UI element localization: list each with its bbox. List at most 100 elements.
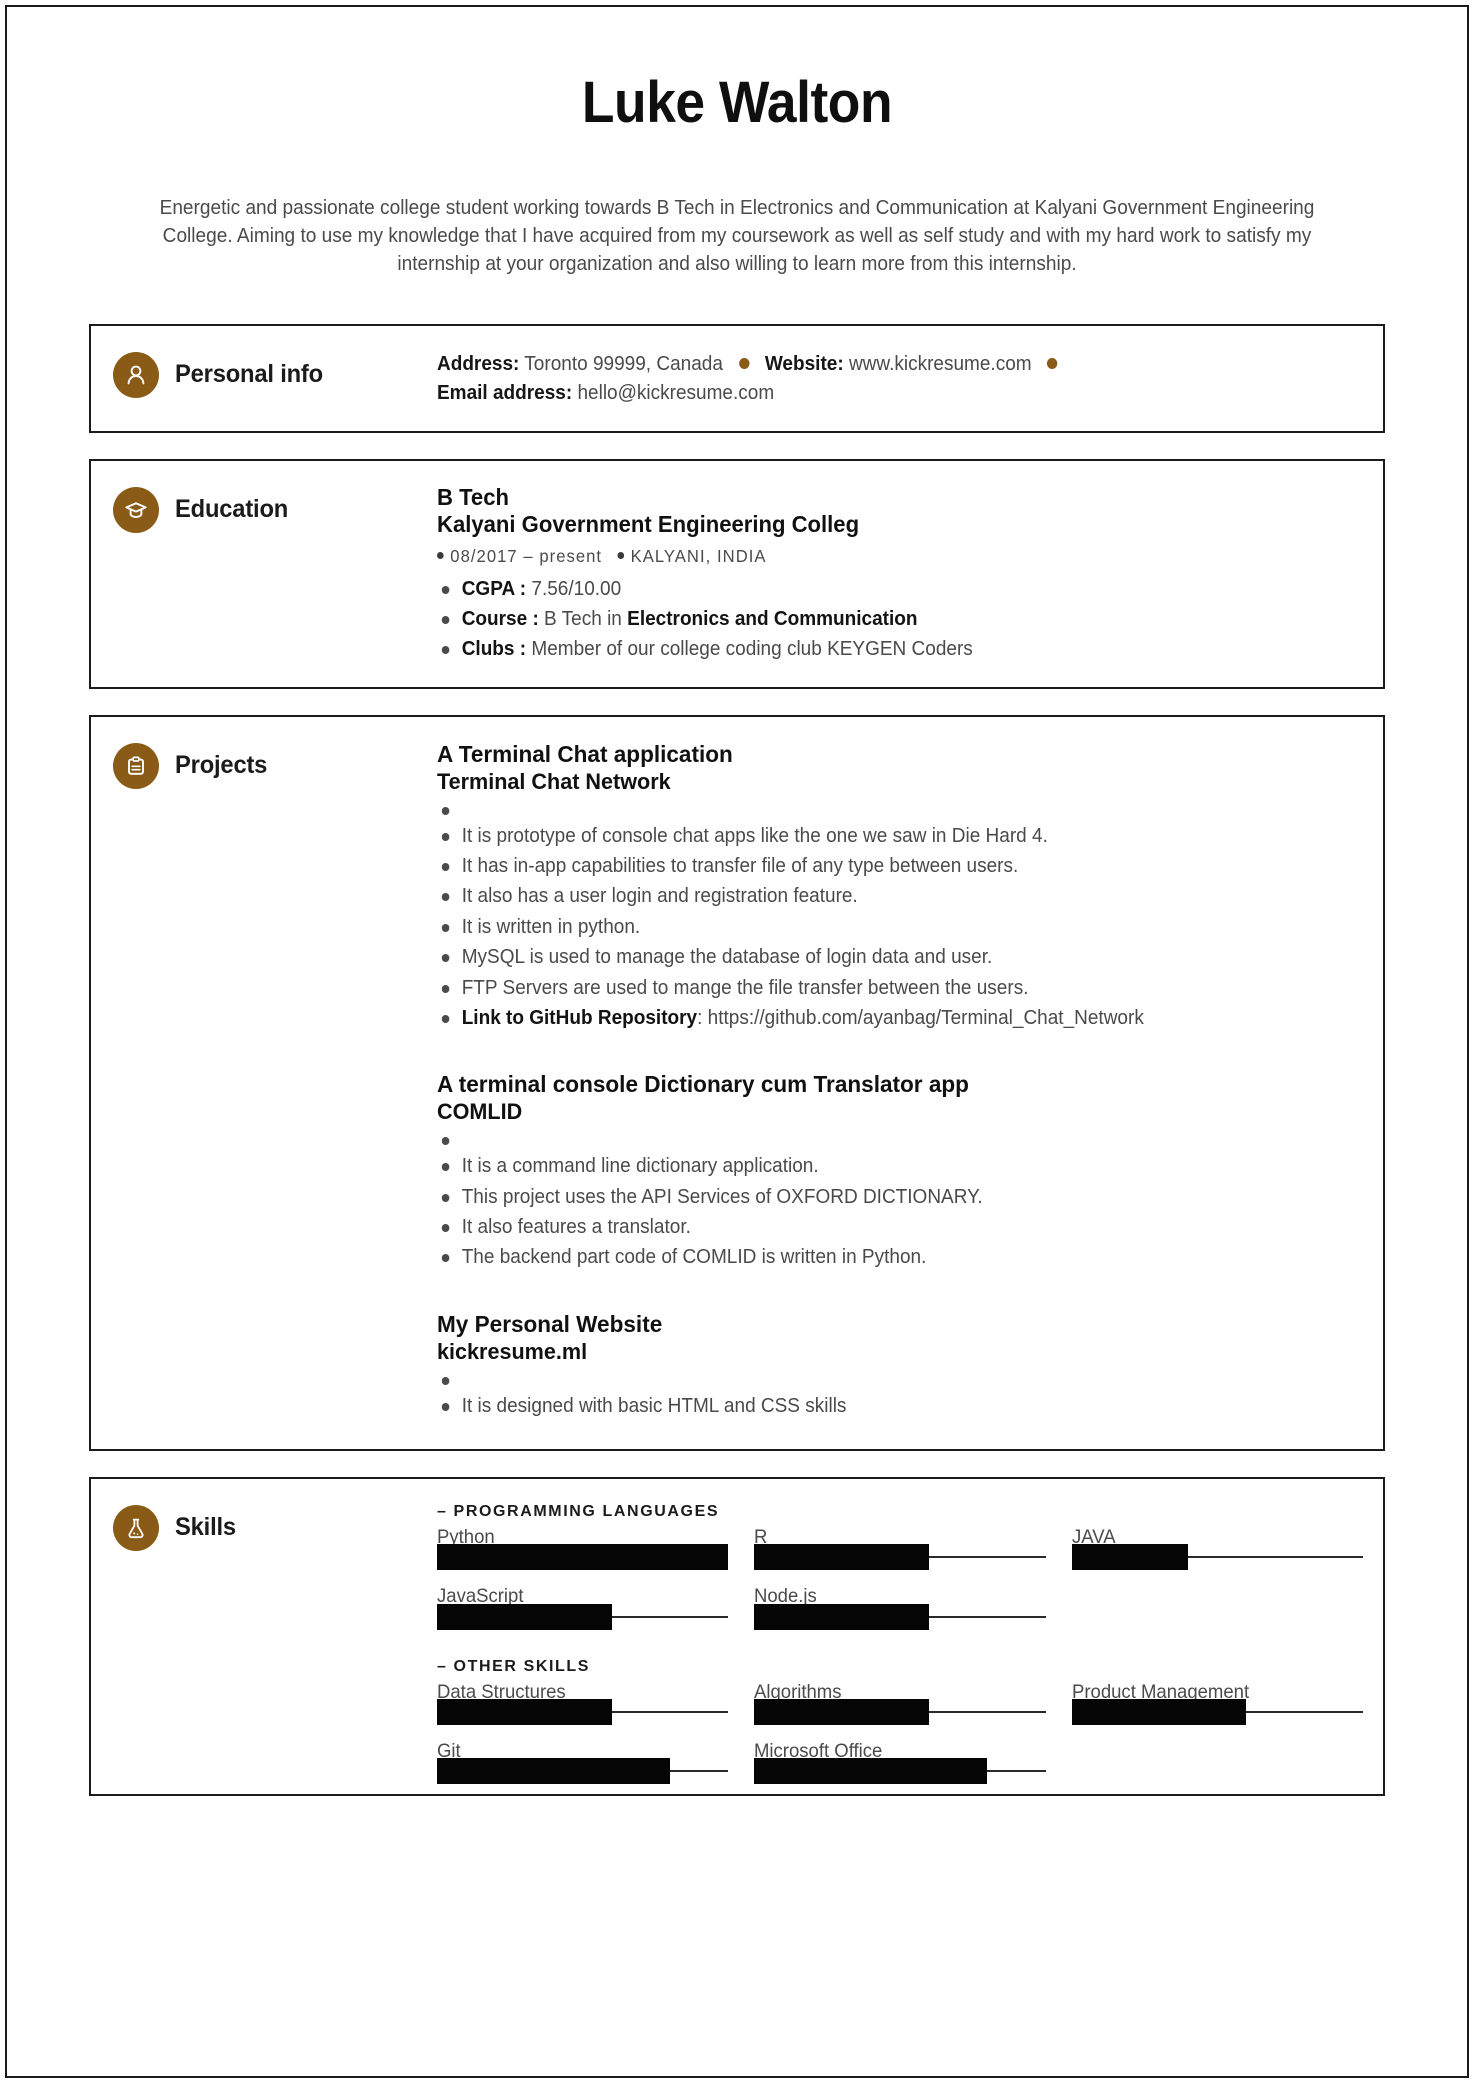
project-subtitle: COMLID [437, 1099, 523, 1125]
project-bullet-list: It is designed with basic HTML and CSS s… [437, 1369, 1363, 1421]
list-item [437, 1369, 1317, 1391]
section-title-skills: Skills [175, 1512, 236, 1541]
section-header-skills: Skills [113, 1501, 437, 1773]
project-bullet-list: It is a command line dictionary applicat… [437, 1129, 1363, 1273]
list-item: It also features a translator. [437, 1212, 1317, 1242]
project-item: A terminal console Dictionary cum Transl… [437, 1071, 1363, 1272]
website-label: Website: [764, 352, 844, 375]
page-title: Luke Walton [581, 70, 893, 135]
skill-bar-fill [437, 1544, 729, 1571]
skill-bar-fill [754, 1544, 930, 1571]
list-item: MySQL is used to manage the database of … [437, 942, 1317, 972]
education-detail-value: Member of our college coding club KEYGEN… [526, 638, 973, 661]
list-item: It is designed with basic HTML and CSS s… [437, 1391, 1317, 1421]
project-item: A Terminal Chat application Terminal Cha… [437, 741, 1363, 1034]
list-item: This project uses the API Services of OX… [437, 1182, 1317, 1212]
skill-grid: Python R JAVA JavaScript Node.js [437, 1525, 1363, 1630]
skill-item-javascript: JavaScript [437, 1584, 729, 1630]
section-title-personal-info: Personal info [175, 359, 323, 388]
skill-bar-track [437, 1699, 729, 1726]
list-item: CGPA : 7.56/10.00 [437, 574, 1317, 604]
skill-bar-fill [754, 1758, 988, 1785]
skill-group-title: – PROGRAMMING LANGUAGES [437, 1502, 720, 1520]
list-item: Course : B Tech in Electronics and Commu… [437, 604, 1317, 634]
skill-group-programming-languages: – PROGRAMMING LANGUAGES Python R JAVA Ja… [437, 1502, 1363, 1630]
personal-info-content: Address: Toronto 99999, Canada Website: … [437, 348, 1363, 409]
skill-bar-track [1071, 1544, 1363, 1571]
skill-item-python: Python [437, 1525, 729, 1571]
skill-item-git: Git [437, 1739, 729, 1785]
skill-bar-track [437, 1603, 729, 1630]
education-school: Kalyani Government Engineering Colleg [437, 510, 860, 537]
section-header-projects: Projects [113, 739, 437, 1427]
skill-grid: Data Structures Algorithms Product Manag… [437, 1680, 1363, 1785]
skill-item-java: JAVA [1071, 1525, 1363, 1571]
education-meta: 08/2017 – present KALYANI, INDIA [437, 542, 1317, 570]
list-item: It has in-app capabilities to transfer f… [437, 851, 1317, 881]
projects-content: A Terminal Chat application Terminal Cha… [437, 739, 1363, 1427]
skill-bar-fill [437, 1758, 671, 1785]
personal-info-row-1: Address: Toronto 99999, Canada Website: … [437, 350, 1317, 380]
section-header-education: Education [113, 483, 437, 665]
skills-content: – PROGRAMMING LANGUAGES Python R JAVA Ja… [437, 1501, 1363, 1785]
skill-bar-track [754, 1758, 1046, 1785]
education-content: B Tech Kalyani Government Engineering Co… [437, 483, 1363, 665]
list-item: FTP Servers are used to mange the file t… [437, 973, 1317, 1003]
list-item: It is written in python. [437, 912, 1317, 942]
education-location: KALYANI, INDIA [630, 545, 767, 566]
skill-bar-track [437, 1758, 729, 1785]
list-item [437, 1129, 1317, 1151]
section-personal-info: Personal info Address: Toronto 99999, Ca… [89, 323, 1385, 433]
section-title-projects: Projects [175, 750, 268, 779]
skill-bar-track [1071, 1699, 1363, 1726]
skill-bar-track [754, 1544, 1046, 1571]
list-item: It is a command line dictionary applicat… [437, 1151, 1317, 1181]
education-dates: 08/2017 – present [450, 545, 603, 566]
skill-bar-fill [1071, 1699, 1247, 1726]
skill-bar-track [754, 1603, 1046, 1630]
skill-bar-fill [437, 1603, 612, 1630]
project-item: My Personal Website kickresume.ml It is … [437, 1311, 1363, 1421]
education-detail-label: Clubs : [461, 638, 527, 661]
list-item-github-link[interactable]: Link to GitHub Repository: https://githu… [437, 1003, 1317, 1033]
github-link-label: Link to GitHub Repository [461, 1006, 698, 1029]
graduation-cap-icon [113, 486, 159, 533]
skill-item-nodejs: Node.js [754, 1584, 1046, 1630]
skill-item-algorithms: Algorithms [754, 1680, 1046, 1726]
skill-item-data-structures: Data Structures [437, 1680, 729, 1726]
education-detail-value: 7.56/10.00 [526, 577, 622, 600]
profile-summary: Energetic and passionate college student… [159, 196, 1315, 275]
resume-page: Luke Walton Energetic and passionate col… [5, 5, 1469, 2078]
bullet-dot-icon [437, 551, 444, 559]
skill-item-product-management: Product Management [1071, 1680, 1363, 1726]
education-detail-value: B Tech in [538, 608, 628, 631]
education-detail-label: Course : [461, 608, 539, 631]
project-subtitle: kickresume.ml [437, 1338, 588, 1364]
section-education: Education B Tech Kalyani Government Engi… [89, 458, 1385, 689]
project-title: My Personal Website [437, 1310, 663, 1337]
github-link-url[interactable]: : https://github.com/ayanbag/Terminal_Ch… [697, 1007, 1144, 1029]
email-label: Email address: [437, 382, 573, 405]
skill-bar-fill [754, 1699, 930, 1726]
list-item: The backend part code of COMLID is writt… [437, 1242, 1317, 1272]
person-icon [113, 351, 159, 398]
clipboard-icon [113, 742, 159, 789]
list-item: It also has a user login and registratio… [437, 881, 1317, 911]
list-item: Clubs : Member of our college coding clu… [437, 634, 1317, 664]
skill-group-title: – OTHER SKILLS [437, 1657, 591, 1675]
education-detail-label: CGPA : [461, 577, 527, 600]
separator-dot-icon [738, 357, 750, 369]
education-degree: B Tech [437, 483, 509, 510]
section-header-personal-info: Personal info [113, 348, 437, 409]
flask-icon [113, 1504, 159, 1551]
skill-bar-fill [437, 1699, 612, 1726]
list-item [437, 799, 1317, 821]
personal-info-row-2: Email address: hello@kickresume.com [437, 379, 1317, 409]
website-value[interactable]: www.kickresume.com [849, 353, 1032, 375]
education-detail-list: CGPA : 7.56/10.00 Course : B Tech in Ele… [437, 574, 1363, 665]
address-label: Address: [437, 352, 520, 375]
email-value[interactable]: hello@kickresume.com [577, 382, 774, 404]
section-projects: Projects A Terminal Chat application Ter… [89, 714, 1385, 1451]
project-subtitle: Terminal Chat Network [437, 768, 671, 794]
address-value: Toronto 99999, Canada [524, 352, 723, 375]
